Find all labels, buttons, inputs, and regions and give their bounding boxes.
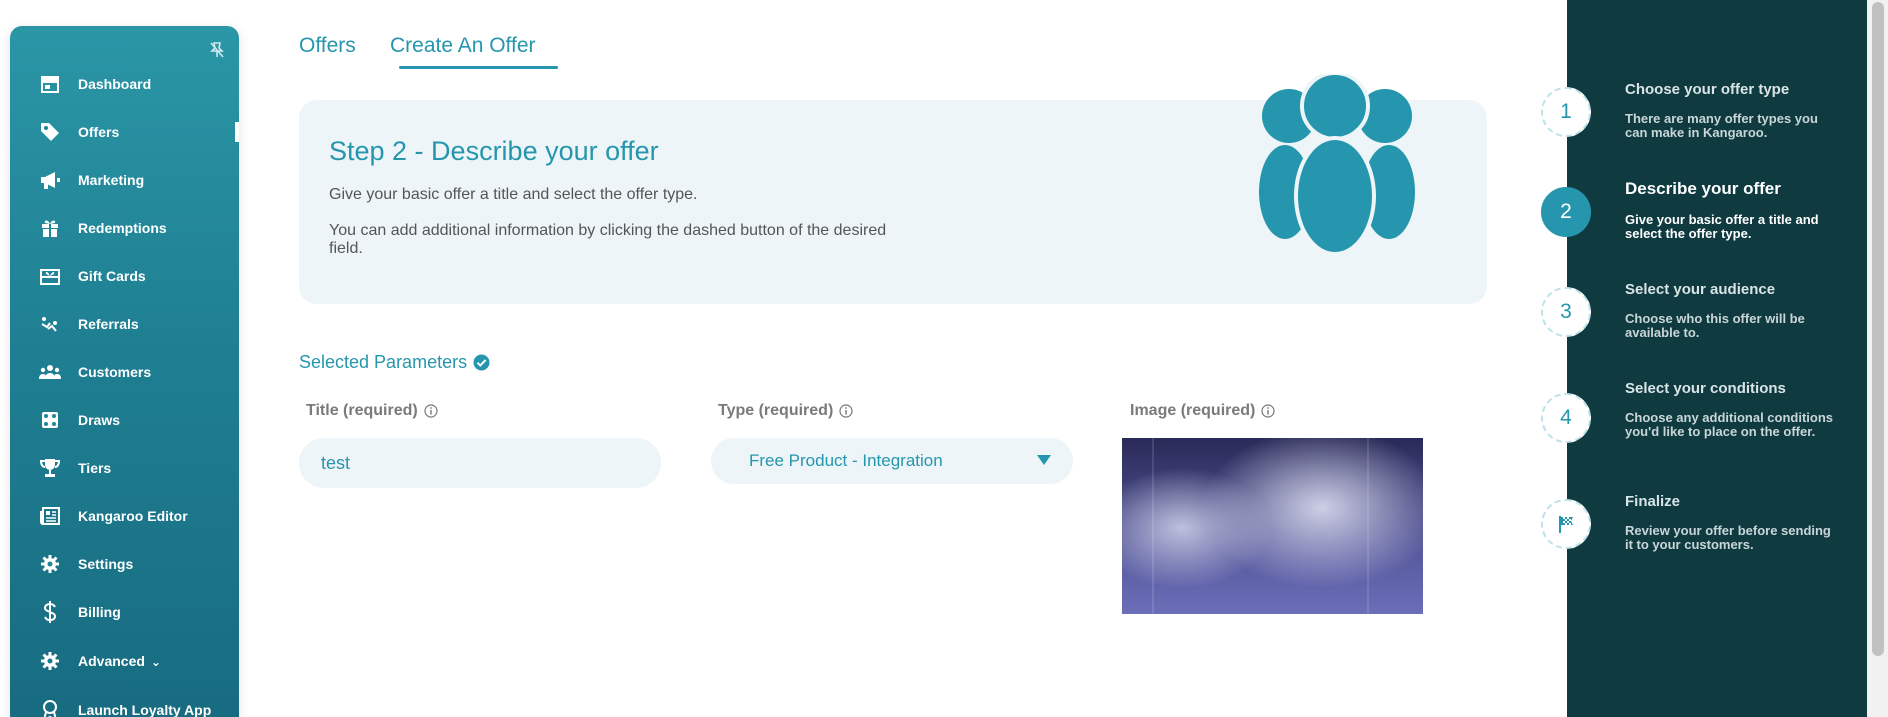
sidebar-item-label: Redemptions (78, 220, 167, 236)
type-select[interactable]: Free Product - Integration (711, 438, 1073, 484)
dollar-icon (38, 600, 62, 624)
flag-icon (1559, 516, 1573, 533)
sidebar-item-label: Billing (78, 604, 121, 620)
unpin-icon[interactable] (207, 40, 227, 60)
tab-offers[interactable]: Offers (299, 34, 356, 58)
sidebar-item-label: Tiers (78, 460, 112, 476)
sidebar-item-label: Launch Loyalty App (78, 702, 212, 717)
sidebar-item-settings[interactable]: Settings (10, 546, 239, 582)
step-4-title: Select your conditions (1625, 380, 1786, 397)
megaphone-icon (38, 168, 62, 192)
info-icon[interactable] (839, 404, 853, 418)
step-2-circle: 2 (1541, 187, 1591, 237)
sidebar-item-label: Referrals (78, 316, 139, 332)
chevron-down-icon: ⌄ (150, 655, 161, 669)
image-detail (1367, 438, 1369, 614)
step-title: Step 2 - Describe your offer (329, 136, 659, 166)
tag-icon (38, 120, 62, 144)
referral-icon (38, 312, 62, 336)
sidebar-item-label: Offers (78, 124, 120, 140)
dice-icon (38, 408, 62, 432)
step-2-title: Describe your offer (1625, 179, 1781, 198)
sidebar-item-label: Draws (78, 412, 121, 428)
gift-card-icon (38, 264, 62, 288)
step-5-circle (1541, 499, 1591, 549)
newspaper-icon (38, 504, 62, 528)
sidebar-item-label: Marketing (78, 172, 145, 188)
sidebar-item-referrals[interactable]: Referrals (10, 306, 239, 342)
caret-down-icon (1037, 455, 1051, 465)
image-field-label: Image (required) (1130, 402, 1275, 420)
offer-image-preview[interactable] (1122, 438, 1423, 614)
step-5-description: Review your offer before sending it to y… (1625, 523, 1831, 552)
sidebar-item-billing[interactable]: Billing (10, 594, 239, 630)
sidebar-item-launch-loyalty-app[interactable]: Launch Loyalty App (10, 692, 239, 717)
step-3-description: Choose who this offer will be available … (1625, 311, 1805, 340)
sidebar-item-label-wrap: Advanced ⌄ (78, 653, 161, 669)
step-2-description: Give your basic offer a title and select… (1625, 212, 1819, 241)
image-detail (1152, 438, 1154, 614)
step-1-circle: 1 (1541, 87, 1591, 137)
sidebar-item-customers[interactable]: Customers (10, 354, 239, 390)
sidebar-item-tiers[interactable]: Tiers (10, 450, 239, 486)
tab-create-an-offer[interactable]: Create An Offer (390, 34, 536, 58)
step-4-description: Choose any additional conditions you'd l… (1625, 410, 1834, 439)
sidebar-item-marketing[interactable]: Marketing (10, 162, 239, 198)
step-4-circle: 4 (1541, 393, 1591, 443)
step-5-title: Finalize (1625, 493, 1681, 510)
steps-panel (1567, 0, 1867, 717)
step-description: Give your basic offer a title and select… (329, 186, 698, 203)
type-label-text: Type (required) (718, 402, 834, 419)
sidebar-item-advanced[interactable]: Advanced ⌄ (10, 643, 239, 679)
sidebar-item-label: Dashboard (78, 76, 152, 92)
users-icon (38, 360, 62, 384)
type-field-label: Type (required) (718, 402, 853, 420)
info-icon[interactable] (424, 404, 438, 418)
store-icon (38, 72, 62, 96)
gift-icon (38, 216, 62, 240)
sidebar-item-label: Gift Cards (78, 268, 146, 284)
sidebar-item-dashboard[interactable]: Dashboard (10, 66, 239, 102)
image-label-text: Image (required) (1130, 402, 1256, 419)
step-3-title: Select your audience (1625, 281, 1776, 298)
title-field-label: Title (required) (306, 402, 438, 420)
ribbon-icon (38, 698, 62, 717)
info-icon[interactable] (1261, 404, 1275, 418)
sidebar-item-label: Settings (78, 556, 134, 572)
title-input[interactable] (299, 438, 661, 488)
trophy-icon (38, 456, 62, 480)
section-title-text: Selected Parameters (299, 352, 468, 372)
sidebar-item-gift-cards[interactable]: Gift Cards (10, 258, 239, 294)
type-select-value: Free Product - Integration (749, 451, 943, 470)
active-tab-indicator (399, 66, 558, 69)
scrollbar-thumb[interactable] (1872, 2, 1884, 656)
check-circle-icon (473, 354, 490, 371)
sidebar-item-kangaroo-editor[interactable]: Kangaroo Editor (10, 498, 239, 534)
gear-icon (38, 552, 62, 576)
sidebar-item-offers[interactable]: Offers (10, 114, 239, 150)
step-1-title: Choose your offer type (1625, 81, 1790, 98)
group-people-illustration (1259, 74, 1415, 254)
sidebar-item-label: Advanced (78, 653, 145, 669)
title-label-text: Title (required) (306, 402, 418, 419)
step-1-description: There are many offer types you can make … (1625, 111, 1818, 140)
selected-parameters-heading: Selected Parameters (299, 352, 490, 373)
sidebar-item-label: Customers (78, 364, 152, 380)
sidebar-item-draws[interactable]: Draws (10, 402, 239, 438)
sidebar-item-redemptions[interactable]: Redemptions (10, 210, 239, 246)
sidebar-item-label: Kangaroo Editor (78, 508, 188, 524)
sidebar: Dashboard Offers Marketing Redemptions G… (10, 26, 239, 717)
step-3-circle: 3 (1541, 287, 1591, 337)
step-hint: You can add additional information by cl… (329, 222, 887, 257)
gear-icon (38, 649, 62, 673)
